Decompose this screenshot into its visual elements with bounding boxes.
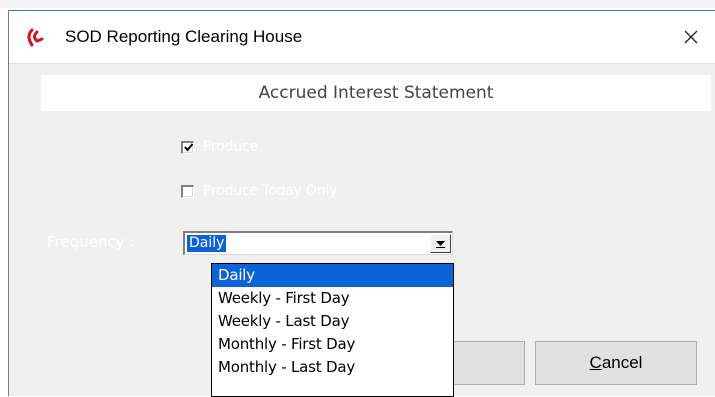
dropdown-option-weekly-first-day[interactable]: Weekly - First Day <box>212 287 453 310</box>
dropdown-option-daily[interactable]: Daily <box>212 264 453 287</box>
window-title: SOD Reporting Clearing House <box>65 27 303 46</box>
dropdown-option-monthly-last-day[interactable]: Monthly - Last Day <box>212 356 453 379</box>
produce-option[interactable]: Produce <box>181 139 258 155</box>
ok-button[interactable] <box>453 341 525 385</box>
frequency-selected-value: Daily <box>185 234 228 253</box>
cancel-button[interactable]: Cancel <box>535 341 697 385</box>
dropdown-option-monthly-first-day[interactable]: Monthly - First Day <box>212 333 453 356</box>
app-logo-icon <box>23 28 45 48</box>
title-bar: SOD Reporting Clearing House <box>9 11 715 64</box>
background-window-strip <box>0 0 715 8</box>
close-button[interactable] <box>667 11 715 63</box>
frequency-label: Frequency : <box>47 233 135 251</box>
dialog-window: SOD Reporting Clearing House Accrued Int… <box>8 10 715 397</box>
produce-checkbox[interactable] <box>181 140 194 154</box>
frequency-dropdown-list: Daily Weekly - First Day Weekly - Last D… <box>211 263 454 397</box>
close-icon <box>684 30 698 44</box>
produce-today-only-label: Produce Today Only <box>203 183 338 199</box>
dropdown-option-weekly-last-day[interactable]: Weekly - Last Day <box>212 310 453 333</box>
checkmark-icon <box>184 142 194 152</box>
chevron-down-icon <box>436 240 445 248</box>
report-header: Accrued Interest Statement <box>41 75 711 111</box>
frequency-combobox[interactable]: Daily <box>183 231 453 255</box>
produce-today-only-checkbox[interactable] <box>181 184 194 198</box>
produce-today-only-option[interactable]: Produce Today Only <box>181 183 337 199</box>
cancel-button-label: Cancel <box>589 353 643 372</box>
dropdown-button[interactable] <box>430 234 451 253</box>
produce-label: Produce <box>203 139 258 155</box>
